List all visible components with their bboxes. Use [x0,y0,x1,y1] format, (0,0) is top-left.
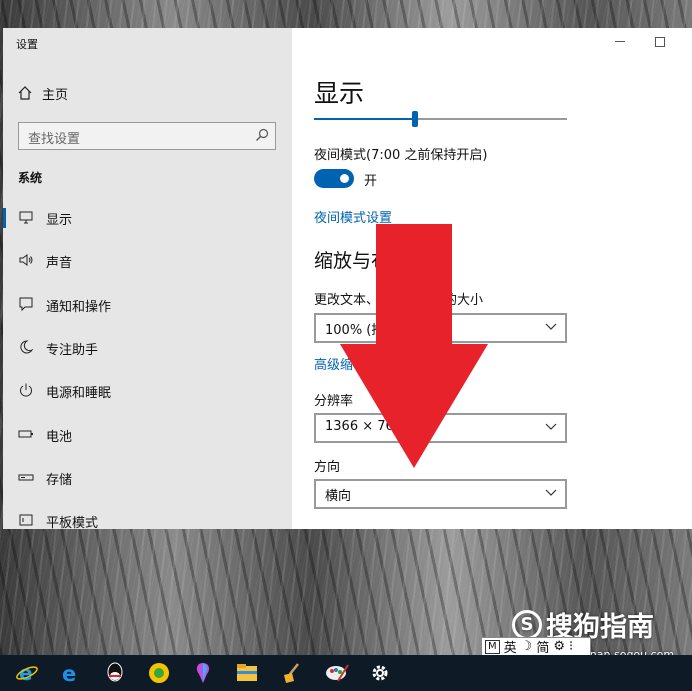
taskbar: e e [0,655,692,691]
settings-gear-icon[interactable] [365,659,395,687]
ime-more-icon[interactable]: ⁝ [569,639,573,654]
monitor-icon [19,211,33,224]
svg-text:e: e [19,661,33,685]
minimize-button[interactable] [612,34,632,48]
ime-mode[interactable]: M [485,639,500,654]
ime-gear-icon[interactable]: ⚙ [553,639,565,654]
night-light-toggle[interactable] [314,169,354,188]
sidebar-item-label: 显示 [46,213,73,228]
file-explorer-icon[interactable] [232,659,262,687]
chevron-down-icon [545,423,557,430]
sidebar-item-label: 电源和睡眠 [46,386,112,401]
sidebar-item-focus-assist[interactable]: 专注助手 [3,335,292,361]
tablet-icon [19,514,33,526]
title-bar[interactable] [3,28,692,58]
search-placeholder: 查找设置 [28,132,81,147]
paint3d-icon[interactable] [188,659,218,687]
ime-lang[interactable]: 英 [504,637,517,656]
window-title: 设置 [16,38,38,51]
toggle-state-label: 开 [364,174,378,189]
orientation-value: 横向 [325,489,352,504]
sidebar-item-display[interactable]: 显示 [3,205,292,231]
sidebar-item-power-sleep[interactable]: 电源和睡眠 [3,378,292,404]
sidebar-item-label: 电池 [46,430,73,445]
sidebar-item-sound[interactable]: 声音 [3,248,292,274]
ime-moon-icon[interactable]: ☽ [521,639,533,654]
ime-toolbar[interactable]: M 英 ☽ 简 ⚙ ⁝ [481,637,591,656]
home-icon [18,86,32,100]
sidebar-item-tablet-mode[interactable]: 平板模式 [3,508,292,529]
notification-icon [19,297,33,312]
chevron-down-icon [545,489,557,496]
page-title: 显示 [314,79,365,108]
svg-text:e: e [62,662,76,685]
storage-icon [18,474,34,481]
sidebar-item-label: 声音 [46,256,73,271]
sidebar-item-notifications[interactable]: 通知和操作 [3,292,292,318]
slider-fill [314,118,416,120]
sidebar-item-label: 存储 [46,473,73,488]
power-icon [20,383,32,397]
ime-script[interactable]: 简 [536,637,549,656]
paint-icon[interactable] [322,659,352,687]
search-input[interactable]: 查找设置 [18,122,276,150]
maximize-button[interactable] [652,34,668,48]
cleanup-icon[interactable] [277,659,307,687]
night-light-label: 夜间模式(7:00 之前保持开启) [314,148,488,163]
sidebar-item-home[interactable]: 主页 [18,84,69,103]
browser360-icon[interactable] [144,659,174,687]
chevron-down-icon [545,323,557,330]
orientation-dropdown[interactable]: 横向 [314,479,567,509]
sidebar-item-battery[interactable]: 电池 [3,422,292,448]
sidebar-item-label: 通知和操作 [46,300,112,315]
search-icon [256,128,269,141]
sidebar [3,28,292,529]
home-label: 主页 [42,87,69,103]
sidebar-item-label: 专注助手 [46,343,99,358]
battery-icon [18,430,33,438]
down-arrow-annotation [340,224,488,468]
sogou-logo-icon: S [512,609,542,640]
qq-icon[interactable] [100,659,130,687]
edge-icon[interactable]: e [55,659,85,687]
brightness-slider[interactable] [314,108,567,128]
sidebar-item-storage[interactable]: 存储 [3,465,292,491]
speaker-icon [19,254,33,266]
sidebar-item-label: 平板模式 [46,516,99,529]
moon-icon [20,340,34,354]
slider-thumb[interactable] [412,111,419,127]
section-heading-system: 系统 [18,171,43,185]
ie-icon[interactable]: e [12,659,42,687]
